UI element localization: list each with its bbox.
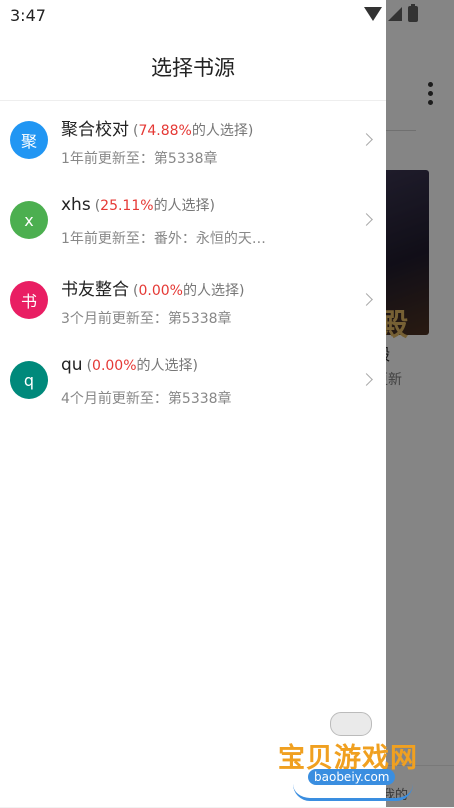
- source-item[interactable]: 书 书友整合 (0.00%的人选择) 3个月前更新至：第5338章: [0, 261, 386, 341]
- source-avatar: 书: [10, 281, 48, 319]
- source-title-line: qu (0.00%的人选择): [61, 355, 198, 375]
- watermark-url: baobeiy.com: [308, 769, 396, 785]
- source-title-line: xhs (25.11%的人选择): [61, 195, 215, 215]
- source-percent: 0.00%: [92, 358, 137, 374]
- source-update: 1年前更新至：番外：永恒的天…: [61, 231, 266, 247]
- chevron-right-icon: [360, 133, 373, 146]
- source-percent: 25.11%: [100, 198, 154, 214]
- source-name: xhs: [61, 195, 91, 215]
- chevron-right-icon: [360, 213, 373, 226]
- source-update: 1年前更新至：第5338章: [61, 151, 218, 167]
- source-percent-label: (0.00%的人选择): [86, 358, 198, 374]
- battery-icon: [408, 4, 418, 22]
- watermark: 宝贝游戏网 baobeiy.com: [278, 712, 428, 802]
- source-avatar: x: [10, 201, 48, 239]
- source-percent-suffix: 的人选择): [191, 123, 254, 139]
- source-item[interactable]: x xhs (25.11%的人选择) 1年前更新至：番外：永恒的天…: [0, 181, 386, 261]
- drawer-header: 选择书源: [0, 30, 386, 101]
- source-avatar: q: [10, 361, 48, 399]
- source-update: 3个月前更新至：第5338章: [61, 311, 232, 327]
- source-update: 4个月前更新至：第5338章: [61, 391, 232, 407]
- source-name: qu: [61, 355, 83, 375]
- source-name: 书友整合: [61, 280, 129, 300]
- source-percent-label: (0.00%的人选择): [133, 283, 245, 299]
- source-name: 聚合校对: [61, 120, 129, 140]
- source-drawer: 3:47 选择书源 聚 聚合校对 (74.88%的人选择) 1年前更新至：第533…: [0, 0, 386, 807]
- source-percent-label: (25.11%的人选择): [94, 198, 216, 214]
- signal-icon: [388, 7, 402, 21]
- source-title-line: 书友整合 (0.00%的人选择): [61, 275, 244, 300]
- status-time: 3:47: [10, 6, 46, 25]
- source-percent-suffix: 的人选择): [136, 358, 198, 374]
- status-icons: [364, 4, 418, 22]
- source-item[interactable]: 聚 聚合校对 (74.88%的人选择) 1年前更新至：第5338章: [0, 101, 386, 181]
- source-percent-label: (74.88%的人选择): [133, 123, 254, 139]
- source-percent-suffix: 的人选择): [182, 283, 245, 299]
- wifi-icon: [364, 7, 382, 21]
- source-avatar: 聚: [10, 121, 48, 159]
- chevron-right-icon: [360, 373, 373, 386]
- gamepad-icon: [330, 712, 372, 736]
- source-percent-suffix: 的人选择): [153, 198, 216, 214]
- source-list: 聚 聚合校对 (74.88%的人选择) 1年前更新至：第5338章 x xhs (2…: [0, 101, 386, 421]
- source-item[interactable]: q qu (0.00%的人选择) 4个月前更新至：第5338章: [0, 341, 386, 421]
- chevron-right-icon: [360, 293, 373, 306]
- source-title-line: 聚合校对 (74.88%的人选择): [61, 115, 253, 140]
- drawer-title: 选择书源: [151, 56, 235, 80]
- source-percent: 74.88%: [138, 123, 192, 139]
- source-percent: 0.00%: [138, 283, 183, 299]
- watermark-swoosh: [293, 784, 413, 801]
